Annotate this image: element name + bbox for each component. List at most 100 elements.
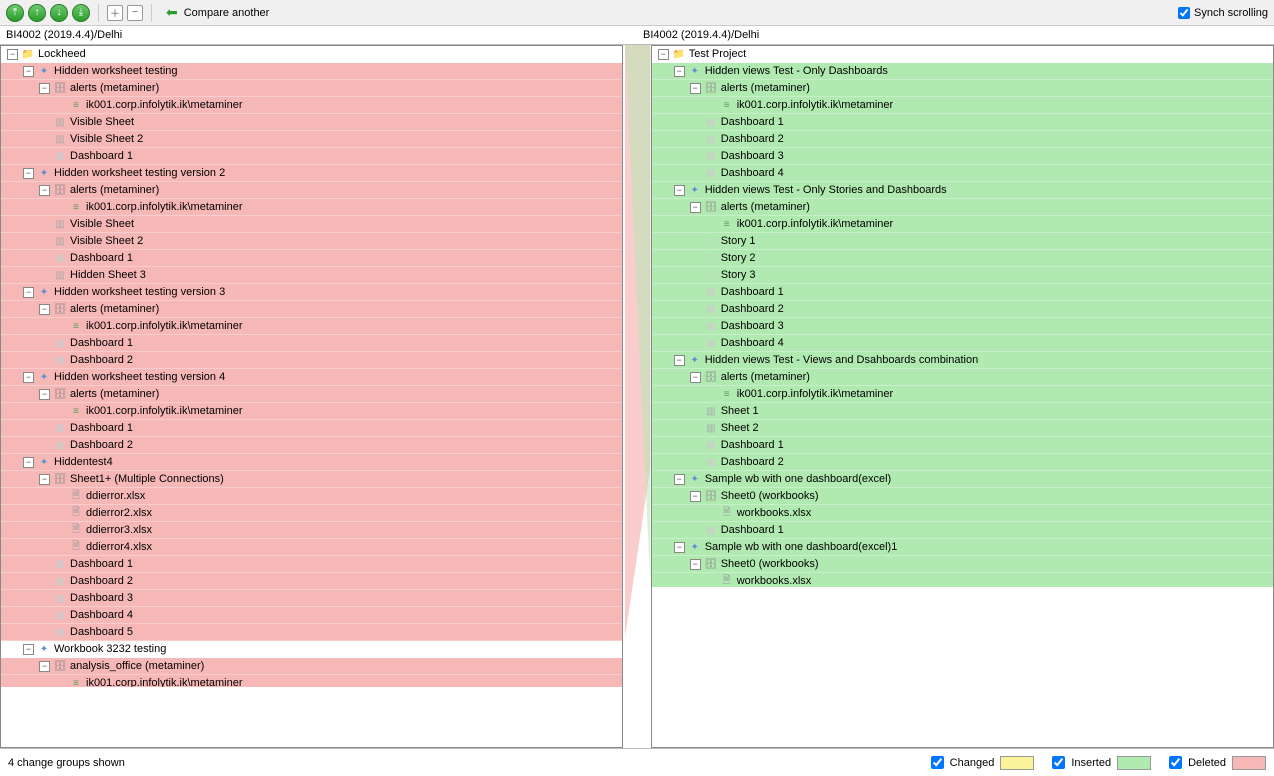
tree-row[interactable]: ▦Dashboard 4	[1, 607, 622, 624]
tree-row[interactable]: ≡ik001.corp.infolytik.ik\metaminer	[1, 675, 622, 687]
expand-toggle[interactable]: −	[690, 372, 701, 383]
prev-diff-button[interactable]: ↑	[28, 4, 46, 22]
tree-row[interactable]: 🗎ddierror3.xlsx	[1, 522, 622, 539]
expand-toggle[interactable]: −	[39, 661, 50, 672]
tree-row[interactable]: −✦Hidden worksheet testing version 3	[1, 284, 622, 301]
tree-row[interactable]: 🗎workbooks.xlsx	[652, 573, 1273, 587]
tree-row[interactable]: ≡ik001.corp.infolytik.ik\metaminer	[652, 216, 1273, 233]
expand-toggle[interactable]: −	[39, 389, 50, 400]
tree-row[interactable]: 🗎workbooks.xlsx	[652, 505, 1273, 522]
expand-toggle[interactable]: −	[7, 49, 18, 60]
expand-toggle[interactable]: −	[39, 474, 50, 485]
tree-row[interactable]: −✦Hidden worksheet testing	[1, 63, 622, 80]
tree-row[interactable]: ▦Dashboard 1	[652, 114, 1273, 131]
expand-toggle[interactable]: −	[690, 83, 701, 94]
tree-row[interactable]: ▦Dashboard 1	[652, 284, 1273, 301]
tree-row[interactable]: ▦Dashboard 2	[652, 301, 1273, 318]
tree-row[interactable]: ▥Hidden Sheet 3	[1, 267, 622, 284]
tree-row[interactable]: ▥Sheet 2	[652, 420, 1273, 437]
expand-toggle[interactable]: −	[23, 287, 34, 298]
expand-toggle[interactable]: −	[39, 304, 50, 315]
tree-row[interactable]: −✦Hiddentest4	[1, 454, 622, 471]
tree-row[interactable]: ▦Dashboard 1	[1, 556, 622, 573]
tree-row[interactable]: −🗄alerts (metaminer)	[652, 80, 1273, 97]
tree-row[interactable]: ▦Dashboard 2	[652, 131, 1273, 148]
tree-row[interactable]: ▥Visible Sheet	[1, 114, 622, 131]
tree-row[interactable]: −🗄alerts (metaminer)	[1, 386, 622, 403]
tree-row[interactable]: −🗄Sheet1+ (Multiple Connections)	[1, 471, 622, 488]
tree-row[interactable]: ▦Dashboard 1	[1, 420, 622, 437]
legend-deleted[interactable]: Deleted	[1169, 756, 1266, 770]
tree-row[interactable]: ▥Visible Sheet 2	[1, 131, 622, 148]
tree-row[interactable]: ≡ik001.corp.infolytik.ik\metaminer	[1, 318, 622, 335]
left-tree[interactable]: −📁Lockheed−✦Hidden worksheet testing−🗄al…	[1, 46, 622, 687]
expand-toggle[interactable]: −	[674, 542, 685, 553]
tree-row[interactable]: ▢Story 1	[652, 233, 1273, 250]
tree-row[interactable]: ▦Dashboard 3	[652, 148, 1273, 165]
tree-row[interactable]: ▦Dashboard 2	[652, 454, 1273, 471]
tree-row[interactable]: ▦Dashboard 2	[1, 437, 622, 454]
expand-toggle[interactable]: −	[674, 474, 685, 485]
tree-row[interactable]: ▦Dashboard 4	[652, 335, 1273, 352]
collapse-all-button[interactable]: −	[127, 5, 143, 21]
expand-toggle[interactable]: −	[690, 559, 701, 570]
tree-row[interactable]: ▥Sheet 1	[652, 403, 1273, 420]
legend-changed[interactable]: Changed	[931, 756, 1035, 770]
tree-row[interactable]: −🗄alerts (metaminer)	[1, 301, 622, 318]
tree-row[interactable]: −🗄analysis_office (metaminer)	[1, 658, 622, 675]
compare-another-link[interactable]: Compare another	[184, 7, 270, 19]
tree-row[interactable]: ▦Dashboard 1	[1, 335, 622, 352]
tree-row[interactable]: −🗄alerts (metaminer)	[652, 199, 1273, 216]
tree-row[interactable]: −✦Sample wb with one dashboard(excel)	[652, 471, 1273, 488]
tree-row[interactable]: −🗄Sheet0 (workbooks)	[652, 488, 1273, 505]
tree-row[interactable]: ▦Dashboard 4	[652, 165, 1273, 182]
tree-row[interactable]: −🗄Sheet0 (workbooks)	[652, 556, 1273, 573]
tree-row[interactable]: 🗎ddierror2.xlsx	[1, 505, 622, 522]
tree-row[interactable]: ≡ik001.corp.infolytik.ik\metaminer	[652, 97, 1273, 114]
tree-row[interactable]: ▢Story 3	[652, 267, 1273, 284]
expand-toggle[interactable]: −	[658, 49, 669, 60]
tree-row[interactable]: −🗄alerts (metaminer)	[1, 182, 622, 199]
tree-row[interactable]: −✦Hidden views Test - Only Stories and D…	[652, 182, 1273, 199]
expand-all-button[interactable]: ＋	[107, 5, 123, 21]
expand-toggle[interactable]: −	[23, 168, 34, 179]
first-diff-button[interactable]: ⤒	[6, 4, 24, 22]
tree-row[interactable]: −✦Sample wb with one dashboard(excel)1	[652, 539, 1273, 556]
tree-row[interactable]: 🗎ddierror4.xlsx	[1, 539, 622, 556]
tree-row[interactable]: −🗄alerts (metaminer)	[1, 80, 622, 97]
expand-toggle[interactable]: −	[23, 66, 34, 77]
tree-row[interactable]: −✦Hidden views Test - Views and Dsahboar…	[652, 352, 1273, 369]
legend-inserted[interactable]: Inserted	[1052, 756, 1151, 770]
tree-row[interactable]: −✦Hidden worksheet testing version 2	[1, 165, 622, 182]
tree-row[interactable]: −📁Test Project	[652, 46, 1273, 63]
tree-row[interactable]: −📁Lockheed	[1, 46, 622, 63]
tree-row[interactable]: ▦Dashboard 5	[1, 624, 622, 641]
last-diff-button[interactable]: ⤓	[72, 4, 90, 22]
expand-toggle[interactable]: −	[674, 185, 685, 196]
tree-row[interactable]: 🗎ddierror.xlsx	[1, 488, 622, 505]
tree-row[interactable]: −✦Hidden worksheet testing version 4	[1, 369, 622, 386]
expand-toggle[interactable]: −	[690, 202, 701, 213]
tree-row[interactable]: ▦Dashboard 2	[1, 573, 622, 590]
expand-toggle[interactable]: −	[690, 491, 701, 502]
tree-row[interactable]: ▦Dashboard 2	[1, 352, 622, 369]
expand-toggle[interactable]: −	[39, 83, 50, 94]
tree-row[interactable]: ≡ik001.corp.infolytik.ik\metaminer	[1, 199, 622, 216]
tree-row[interactable]: ▦Dashboard 1	[1, 250, 622, 267]
tree-row[interactable]: ▦Dashboard 3	[1, 590, 622, 607]
expand-toggle[interactable]: −	[23, 372, 34, 383]
right-tree[interactable]: −📁Test Project−✦Hidden views Test - Only…	[652, 46, 1273, 587]
tree-row[interactable]: ≡ik001.corp.infolytik.ik\metaminer	[1, 403, 622, 420]
tree-row[interactable]: ▥Visible Sheet	[1, 216, 622, 233]
expand-toggle[interactable]: −	[23, 457, 34, 468]
expand-toggle[interactable]: −	[674, 66, 685, 77]
tree-row[interactable]: ▦Dashboard 1	[1, 148, 622, 165]
expand-toggle[interactable]: −	[39, 185, 50, 196]
next-diff-button[interactable]: ↓	[50, 4, 68, 22]
tree-row[interactable]: ▥Visible Sheet 2	[1, 233, 622, 250]
tree-row[interactable]: ▢Story 2	[652, 250, 1273, 267]
tree-row[interactable]: ▦Dashboard 1	[652, 522, 1273, 539]
expand-toggle[interactable]: −	[23, 644, 34, 655]
tree-row[interactable]: −✦Hidden views Test - Only Dashboards	[652, 63, 1273, 80]
expand-toggle[interactable]: −	[674, 355, 685, 366]
